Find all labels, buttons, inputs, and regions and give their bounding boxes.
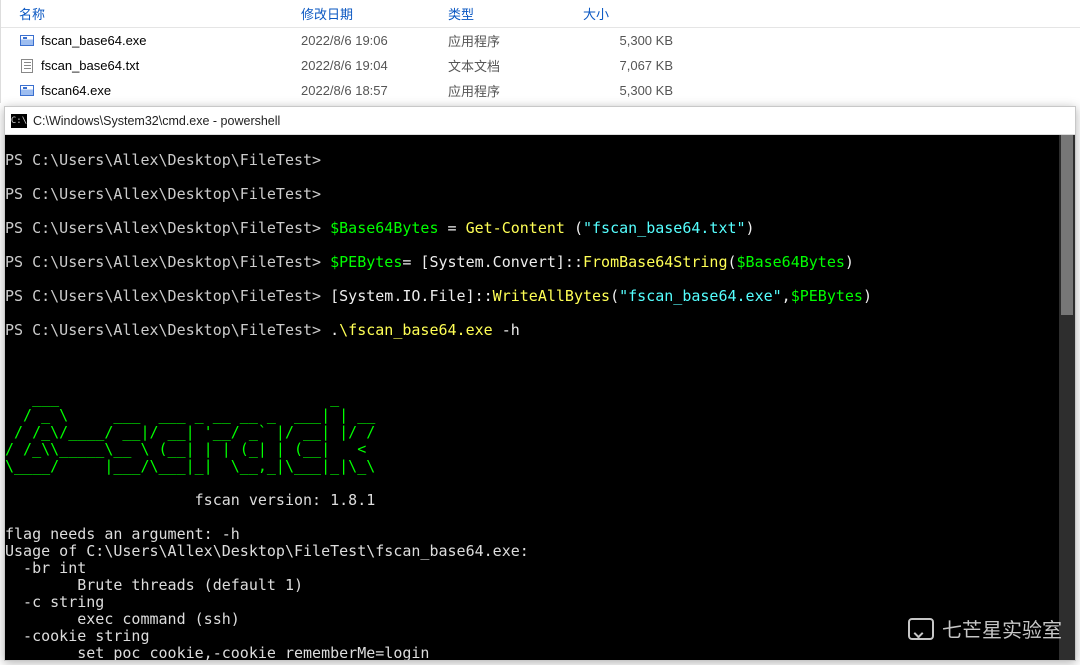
console-titlebar[interactable]: C:\ C:\Windows\System32\cmd.exe - powers… bbox=[5, 107, 1075, 135]
explorer-header: 名称 修改日期 类型 大小 bbox=[1, 0, 1080, 28]
file-explorer: 名称 修改日期 类型 大小 fscan_base64.exe 2022/8/6 1… bbox=[0, 0, 1080, 103]
file-name: fscan_base64.exe bbox=[41, 33, 147, 48]
exe-file-icon bbox=[19, 83, 35, 99]
file-date: 2022/8/6 18:57 bbox=[301, 83, 448, 98]
exe-file-icon bbox=[19, 33, 35, 49]
console-title: C:\Windows\System32\cmd.exe - powershell bbox=[33, 114, 280, 128]
col-header-type[interactable]: 类型 bbox=[448, 4, 583, 23]
version-line: fscan version: 1.8.1 bbox=[5, 492, 1075, 509]
console-window: C:\ C:\Windows\System32\cmd.exe - powers… bbox=[4, 106, 1076, 661]
var-pebytes: $PEBytes bbox=[330, 253, 402, 271]
terminal-scrollbar[interactable] bbox=[1059, 135, 1075, 660]
var-base64bytes: $Base64Bytes bbox=[330, 219, 438, 237]
col-header-name[interactable]: 名称 bbox=[1, 4, 301, 23]
cmd-icon: C:\ bbox=[11, 114, 27, 128]
scrollbar-thumb[interactable] bbox=[1061, 135, 1073, 315]
ps-prompt: PS C:\Users\Allex\Desktop\FileTest> bbox=[5, 151, 321, 169]
terminal-body[interactable]: PS C:\Users\Allex\Desktop\FileTest> PS C… bbox=[5, 135, 1075, 660]
fn-frombase64: FromBase64String bbox=[583, 253, 728, 271]
file-type: 应用程序 bbox=[448, 31, 583, 50]
file-date: 2022/8/6 19:04 bbox=[301, 58, 448, 73]
ps-prompt: PS C:\Users\Allex\Desktop\FileTest> bbox=[5, 253, 321, 271]
explorer-rows: fscan_base64.exe2022/8/6 19:06应用程序5,300 … bbox=[1, 28, 1080, 103]
file-type: 应用程序 bbox=[448, 81, 583, 100]
file-date: 2022/8/6 19:06 bbox=[301, 33, 448, 48]
file-size: 5,300 KB bbox=[583, 83, 733, 98]
file-name: fscan64.exe bbox=[41, 83, 111, 98]
str-input: "fscan_base64.txt" bbox=[583, 219, 746, 237]
fn-writeallbytes: WriteAllBytes bbox=[493, 287, 610, 305]
table-row[interactable]: fscan_base64.txt 2022/8/6 19:04文本文档7,067 … bbox=[1, 53, 1080, 78]
file-name: fscan_base64.txt bbox=[41, 58, 139, 73]
text-file-icon bbox=[19, 58, 35, 74]
file-type: 文本文档 bbox=[448, 56, 583, 75]
usage-output: flag needs an argument: -hUsage of C:\Us… bbox=[5, 526, 1075, 660]
ascii-art: ___ _ / _ \ ___ ___ _ __ __ _ ___| | __ … bbox=[5, 390, 1075, 475]
ps-prompt: PS C:\Users\Allex\Desktop\FileTest> bbox=[5, 185, 321, 203]
exe-run: \fscan_base64.exe bbox=[339, 321, 493, 339]
col-header-date[interactable]: 修改日期 bbox=[301, 4, 448, 23]
table-row[interactable]: fscan_base64.exe 2022/8/6 19:06应用程序5,300 … bbox=[1, 28, 1080, 53]
file-size: 7,067 KB bbox=[583, 58, 733, 73]
ps-prompt: PS C:\Users\Allex\Desktop\FileTest> bbox=[5, 219, 321, 237]
file-size: 5,300 KB bbox=[583, 33, 733, 48]
table-row[interactable]: fscan64.exe 2022/8/6 18:57应用程序5,300 KB bbox=[1, 78, 1080, 103]
ps-prompt: PS C:\Users\Allex\Desktop\FileTest> bbox=[5, 321, 321, 339]
col-header-size[interactable]: 大小 bbox=[583, 4, 733, 23]
fn-get-content: Get-Content bbox=[466, 219, 565, 237]
ps-prompt: PS C:\Users\Allex\Desktop\FileTest> bbox=[5, 287, 321, 305]
